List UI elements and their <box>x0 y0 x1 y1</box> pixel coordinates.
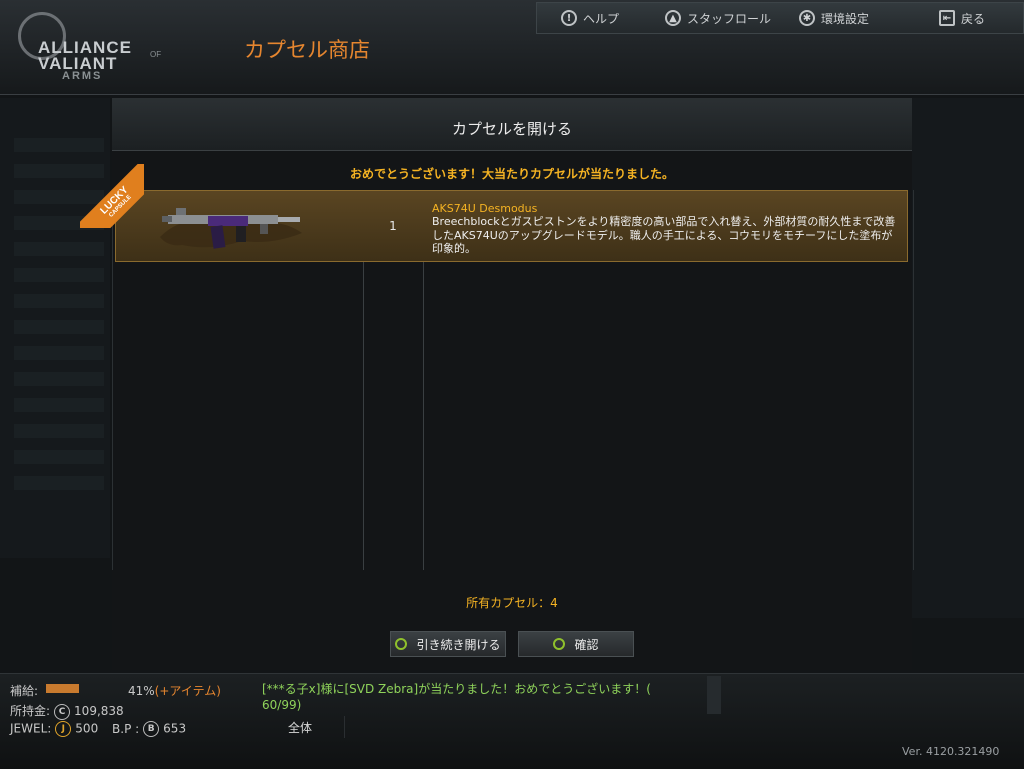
settings-label: 環境設定 <box>821 11 870 26</box>
jewel-row: JEWEL: J 500 B.P : B 653 <box>10 721 186 737</box>
chat-line: [***る子x]様に[SVD Zebra]が当たりました！おめでとうございます！… <box>262 682 651 696</box>
staff-icon: ▲ <box>665 10 681 26</box>
settings-button[interactable]: ✱ 環境設定 <box>799 7 869 29</box>
top-header: ALLIANCE OF VALIANT ARMS カプセル商店 ! ヘルプ ▲ … <box>0 0 1024 95</box>
top-nav: ! ヘルプ ▲ スタッフロール ✱ 環境設定 ⇤ 戻る <box>536 2 1024 34</box>
bp-label: B.P : <box>112 721 140 736</box>
jewel-icon: J <box>55 721 72 737</box>
gear-icon: ✱ <box>799 10 815 26</box>
item-description: Breechblockとガスピストンをより精密度の高い部品で入れ替え、外部材質の… <box>432 215 896 255</box>
open-capsule-dialog: カプセルを開ける おめでとうございます！大当たりカプセルが当たりました。 1 A… <box>80 98 914 670</box>
back-icon: ⇤ <box>939 10 955 26</box>
continue-open-label: 引き続き開ける <box>416 637 501 652</box>
weapon-image <box>160 208 302 249</box>
money-row: 所持金: C 109,838 <box>10 702 124 720</box>
background-detail-panel <box>912 98 1024 618</box>
chat-log: [***る子x]様に[SVD Zebra]が当たりました！おめでとうございます！… <box>262 681 702 713</box>
help-icon: ! <box>561 10 577 26</box>
circle-icon <box>395 638 408 650</box>
game-logo: ALLIANCE OF VALIANT ARMS <box>14 8 164 84</box>
chat-line: 60/99) <box>262 698 302 712</box>
bp-icon: B <box>143 721 160 737</box>
back-button[interactable]: ⇤ 戻る <box>939 7 985 29</box>
dialog-title: カプセルを開ける <box>451 120 572 138</box>
chat-tab-all[interactable]: 全体 <box>256 716 345 738</box>
coin-icon: C <box>54 703 71 720</box>
confirm-button[interactable]: 確認 <box>518 631 634 657</box>
result-row: 1 AKS74U Desmodus Breechblockとガスピストンをより精… <box>115 190 908 262</box>
back-label: 戻る <box>961 11 986 26</box>
continue-open-button[interactable]: 引き続き開ける <box>390 631 506 657</box>
supply-value: 41%(+アイテム) <box>128 682 221 699</box>
money-value: 109,838 <box>74 704 124 718</box>
chat-scrollbar[interactable] <box>707 676 721 714</box>
supply-bar <box>46 684 79 693</box>
congrats-message: おめでとうございます！大当たりカプセルが当たりました。 <box>349 167 674 181</box>
supply-label: 補給: <box>10 684 39 698</box>
jewel-label: JEWEL: <box>10 721 52 736</box>
owned-capsules: 所有カプセル：4 <box>466 596 558 610</box>
lucky-capsule-badge: LUCKY CAPSULE <box>80 164 144 228</box>
circle-icon <box>553 638 566 650</box>
bp-value: 653 <box>163 721 187 736</box>
logo-of: OF <box>150 50 162 59</box>
supply-percent: 41% <box>128 684 155 698</box>
staff-roll-label: スタッフロール <box>687 11 772 26</box>
help-button[interactable]: ! ヘルプ <box>561 7 619 29</box>
help-label: ヘルプ <box>583 11 620 26</box>
money-label: 所持金: <box>10 704 51 718</box>
version-label: Ver. 4120.321490 <box>902 745 1000 758</box>
logo-line-3: ARMS <box>62 70 103 82</box>
staff-roll-button[interactable]: ▲ スタッフロール <box>665 7 771 29</box>
confirm-label: 確認 <box>574 637 599 652</box>
page-title: カプセル商店 <box>244 38 370 62</box>
item-name: AKS74U Desmodus <box>432 202 538 215</box>
result-quantity: 1 <box>389 219 397 233</box>
supply-item: (+アイテム) <box>154 684 221 698</box>
jewel-value: 500 <box>75 721 99 736</box>
